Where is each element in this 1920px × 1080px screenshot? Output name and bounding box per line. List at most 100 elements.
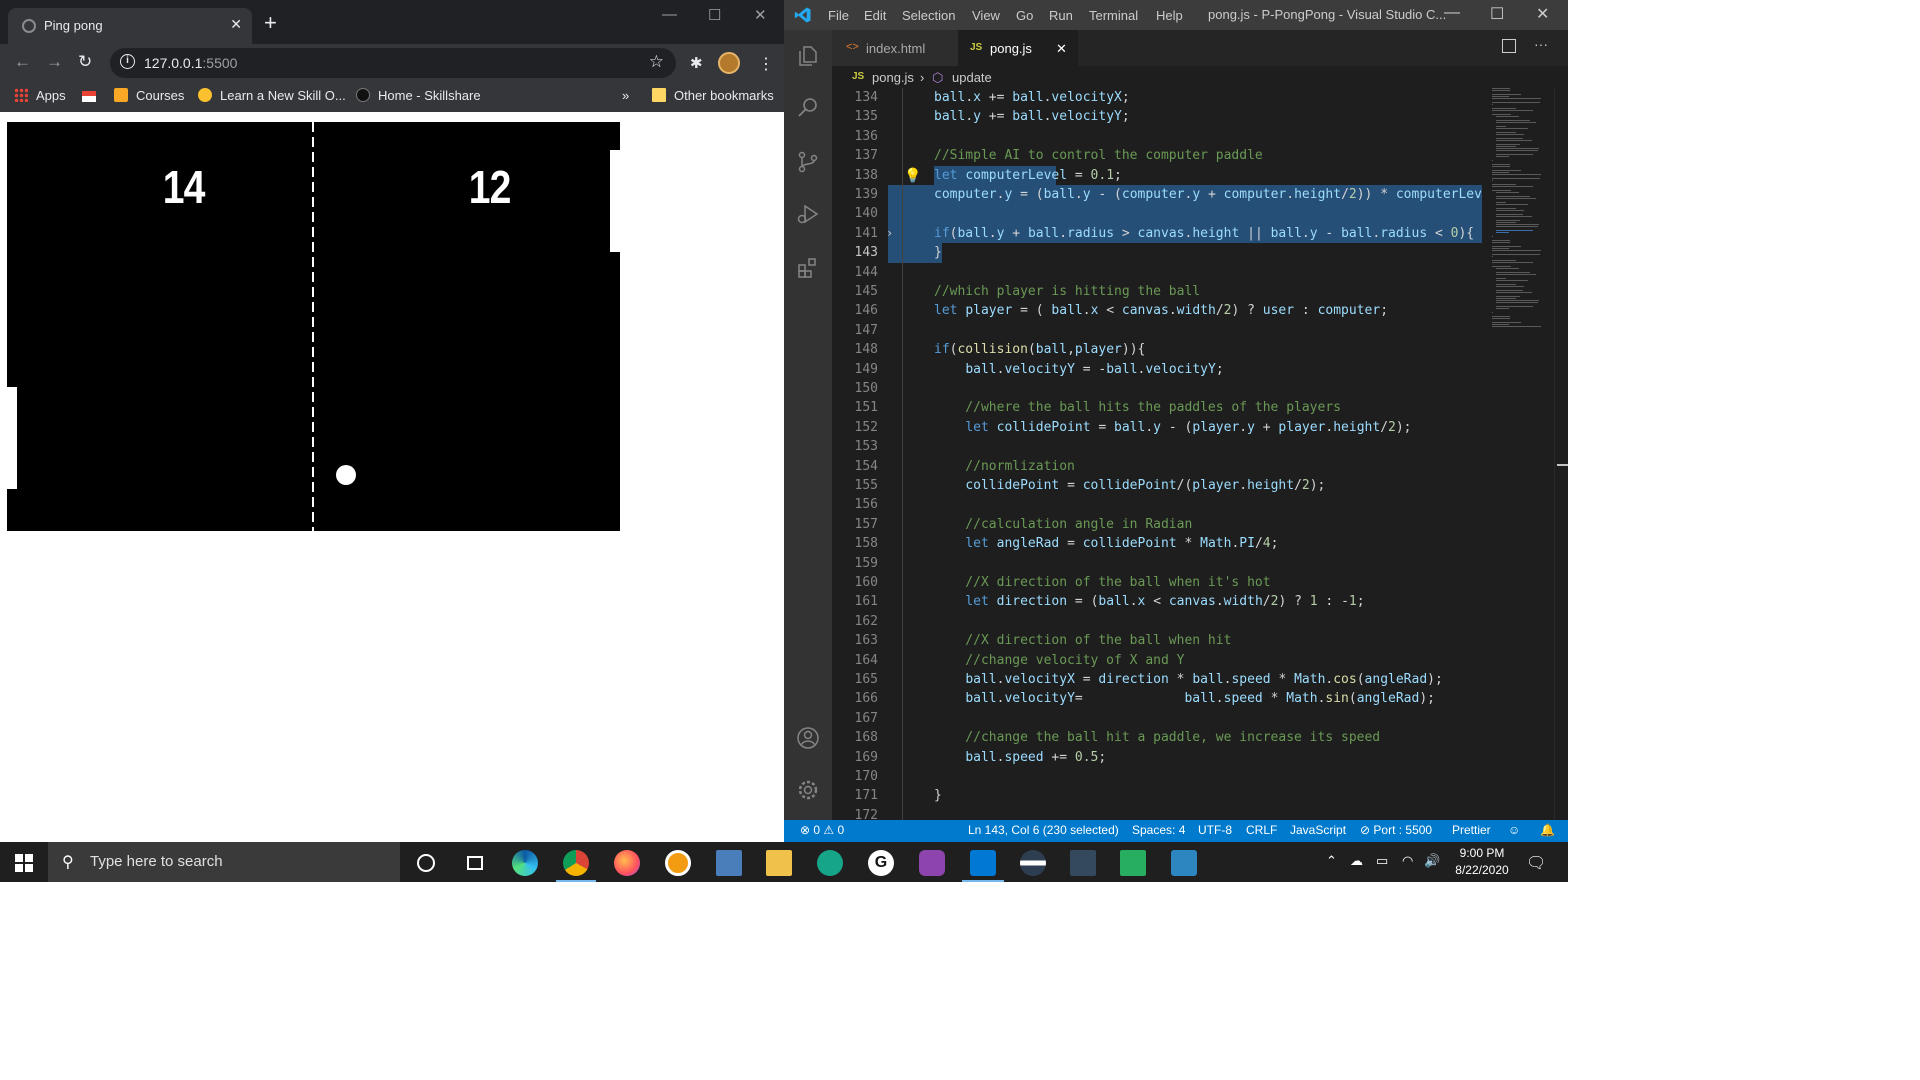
bookmark-star-icon[interactable]: ☆: [649, 52, 664, 72]
feedback-icon[interactable]: ☺: [1508, 823, 1520, 837]
forward-icon[interactable]: →: [46, 52, 63, 72]
breadcrumb-file[interactable]: pong.js: [872, 70, 914, 85]
code-line[interactable]: 150: [832, 379, 1482, 398]
menu-view[interactable]: View: [972, 8, 1000, 23]
code-line[interactable]: 167: [832, 709, 1482, 728]
chrome-menu-icon[interactable]: ⋮: [758, 54, 774, 74]
menu-selection[interactable]: Selection: [902, 8, 955, 23]
address-bar[interactable]: i 127.0.0.1:5500 ☆: [110, 48, 676, 78]
code-line[interactable]: 163 //X direction of the ball when hit: [832, 631, 1482, 650]
bookmark-learn-new-skill[interactable]: Learn a New Skill O...: [198, 88, 346, 103]
source-control-icon[interactable]: [796, 150, 820, 174]
code-line[interactable]: 154 //normlization: [832, 457, 1482, 476]
code-line[interactable]: 162: [832, 612, 1482, 631]
minimize-icon[interactable]: —: [1444, 4, 1460, 22]
windows-start-icon[interactable]: [15, 854, 33, 872]
new-tab-button[interactable]: +: [264, 12, 277, 34]
app-icon-chart[interactable]: [1070, 850, 1096, 876]
editor-scrollbar[interactable]: [1554, 88, 1568, 820]
code-line[interactable]: 165 ball.velocityX = direction * ball.sp…: [832, 670, 1482, 689]
code-line[interactable]: 161 let direction = (ball.x < canvas.wid…: [832, 592, 1482, 611]
code-line[interactable]: 160 //X direction of the ball when it's …: [832, 573, 1482, 592]
maximize-icon[interactable]: ☐: [1490, 4, 1504, 24]
app-icon-g[interactable]: G: [868, 850, 894, 876]
code-line[interactable]: 146 let player = ( ball.x < canvas.width/…: [832, 301, 1482, 320]
task-view-icon[interactable]: [462, 850, 488, 876]
app-icon-globe[interactable]: [1020, 850, 1046, 876]
more-actions-icon[interactable]: ···: [1534, 36, 1548, 52]
code-line[interactable]: 152 let collidePoint = ball.y - (player.…: [832, 418, 1482, 437]
code-line[interactable]: 155 collidePoint = collidePoint/(player.…: [832, 476, 1482, 495]
search-icon[interactable]: [796, 96, 820, 120]
breadcrumb-symbol[interactable]: update: [952, 70, 992, 85]
browser-tab-ping-pong[interactable]: Ping pong ✕: [8, 8, 252, 44]
tab-index-html[interactable]: <> index.html: [832, 30, 958, 66]
fold-chevron-icon[interactable]: ›: [886, 226, 893, 240]
app-icon-purple[interactable]: [919, 850, 945, 876]
code-line[interactable]: 166 ball.velocityY= ball.speed * Math.si…: [832, 689, 1482, 708]
chrome-icon[interactable]: [563, 850, 589, 876]
lightbulb-icon[interactable]: 💡: [904, 168, 921, 184]
live-server-port[interactable]: ⊘ Port : 5500: [1360, 823, 1432, 837]
taskbar-search[interactable]: ⚲ Type here to search: [48, 842, 400, 882]
extensions-puzzle-icon[interactable]: ✱: [690, 54, 703, 72]
tab-pong-js[interactable]: JS pong.js ✕: [958, 30, 1078, 66]
close-window-icon[interactable]: ✕: [1536, 4, 1549, 24]
app-icon-media[interactable]: [1171, 850, 1197, 876]
code-line[interactable]: 149 ball.velocityY = -ball.velocityY;: [832, 360, 1482, 379]
explorer-icon[interactable]: [796, 44, 820, 68]
site-info-icon[interactable]: i: [120, 54, 135, 69]
menu-terminal[interactable]: Terminal: [1089, 8, 1138, 23]
calculator-icon[interactable]: [716, 850, 742, 876]
problems-indicator[interactable]: ⊗ 0 ⚠ 0: [800, 823, 844, 837]
code-line[interactable]: 137 //Simple AI to control the computer p…: [832, 146, 1482, 165]
gmail-bookmark[interactable]: [82, 88, 104, 103]
code-line[interactable]: 151 //where the ball hits the paddles of…: [832, 398, 1482, 417]
cortana-icon[interactable]: [413, 850, 439, 876]
close-window-icon[interactable]: ✕: [754, 6, 767, 24]
code-line[interactable]: 135 ball.y += ball.velocityY;: [832, 107, 1482, 126]
code-line[interactable]: 159: [832, 554, 1482, 573]
code-line[interactable]: 170: [832, 767, 1482, 786]
menu-help[interactable]: Help: [1156, 8, 1183, 23]
tray-chevron-icon[interactable]: ⌃: [1326, 853, 1337, 869]
file-explorer-icon[interactable]: [766, 850, 792, 876]
code-line[interactable]: 153: [832, 437, 1482, 456]
code-line[interactable]: 164 //change velocity of X and Y: [832, 651, 1482, 670]
code-line[interactable]: 169 ball.speed += 0.5;: [832, 748, 1482, 767]
code-line[interactable]: 156: [832, 495, 1482, 514]
onedrive-icon[interactable]: ☁: [1350, 853, 1363, 869]
action-center-icon[interactable]: 🗨: [1526, 853, 1546, 873]
extensions-icon[interactable]: [796, 256, 820, 280]
minimize-icon[interactable]: —: [662, 6, 677, 23]
code-line[interactable]: 143}: [832, 243, 1482, 263]
minimap[interactable]: [1488, 88, 1554, 820]
menu-run[interactable]: Run: [1049, 8, 1073, 23]
bookmark-skillshare[interactable]: Home - Skillshare: [356, 88, 481, 103]
tab-close-icon[interactable]: ✕: [230, 16, 242, 33]
code-editor[interactable]: 134 ball.x += ball.velocityX; 135 ball.y +=…: [832, 88, 1482, 820]
system-clock[interactable]: 9:00 PM 8/22/2020: [1452, 845, 1512, 879]
back-icon[interactable]: ←: [14, 52, 31, 72]
language-mode[interactable]: JavaScript: [1290, 823, 1346, 837]
other-bookmarks[interactable]: Other bookmarks: [652, 88, 774, 103]
pong-canvas[interactable]: 14 12: [7, 122, 620, 531]
code-line[interactable]: 138 let computerLevel = 0.1;: [832, 165, 1482, 185]
tab-close-icon[interactable]: ✕: [1056, 41, 1067, 57]
indentation[interactable]: Spaces: 4: [1132, 823, 1185, 837]
code-line[interactable]: 147: [832, 321, 1482, 340]
end-of-line[interactable]: CRLF: [1246, 823, 1277, 837]
accounts-icon[interactable]: [796, 726, 820, 750]
volume-icon[interactable]: 🔊: [1424, 853, 1440, 869]
code-line[interactable]: 140: [832, 204, 1482, 224]
code-line[interactable]: 141 if(ball.y + ball.radius > canvas.heig…: [832, 223, 1482, 244]
brave-icon[interactable]: [665, 850, 691, 876]
reload-icon[interactable]: ↻: [78, 52, 92, 72]
cursor-position[interactable]: Ln 143, Col 6 (230 selected): [968, 823, 1119, 837]
battery-icon[interactable]: ▭: [1376, 853, 1388, 869]
code-line[interactable]: 134 ball.x += ball.velocityX;: [832, 88, 1482, 107]
menu-go[interactable]: Go: [1016, 8, 1033, 23]
code-line[interactable]: 148 if(collision(ball,player)){: [832, 340, 1482, 359]
wifi-icon[interactable]: ◠: [1402, 853, 1413, 869]
app-icon-green[interactable]: [817, 850, 843, 876]
